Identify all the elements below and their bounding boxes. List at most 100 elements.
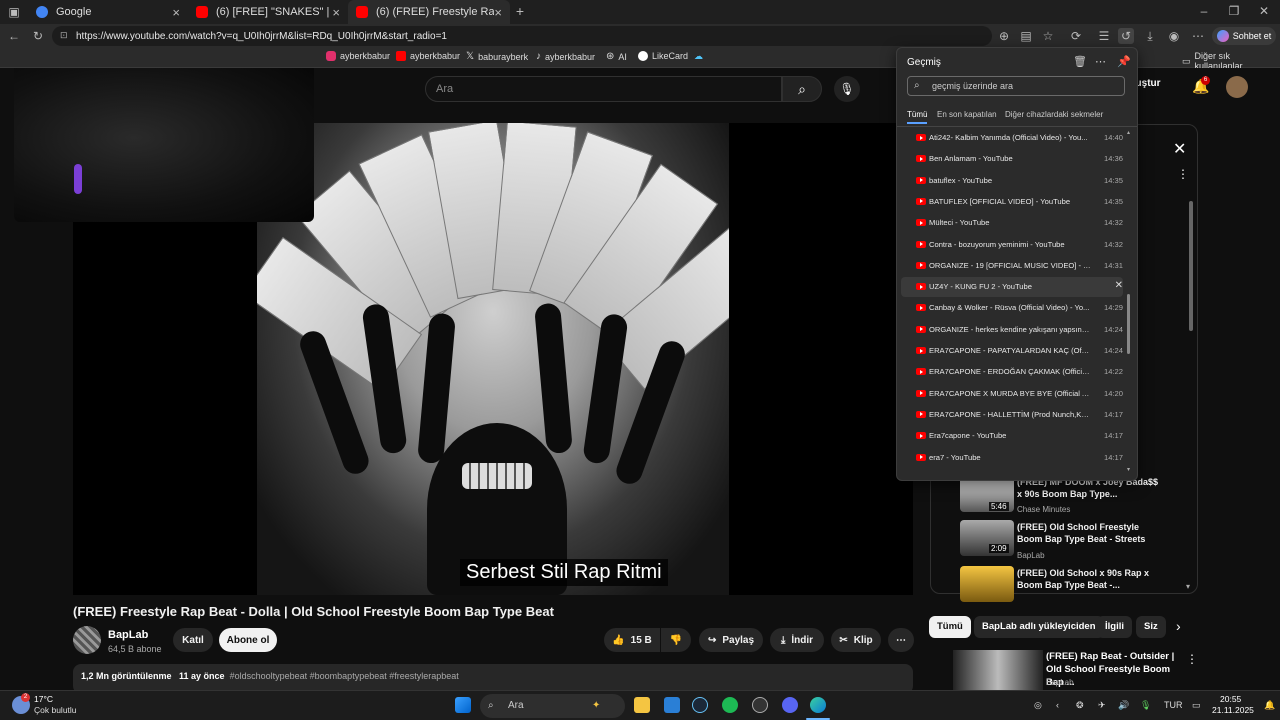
chip-uploader[interactable]: BapLab adlı yükleyiciden (974, 616, 1104, 638)
clip-button[interactable]: ✂ Klip (831, 628, 881, 652)
mic-icon[interactable]: 🎙 (834, 76, 860, 102)
new-tab-icon[interactable]: + (512, 3, 528, 19)
history-icon[interactable]: ↺ (1118, 28, 1134, 44)
language-indicator[interactable]: TUR (1164, 700, 1183, 710)
extensions-icon[interactable]: ⟳ (1068, 28, 1084, 44)
scroll-down-icon[interactable]: ▾ (1186, 582, 1190, 591)
hashtags[interactable]: #oldschooltypebeat #boombaptypebeat #fre… (230, 671, 459, 681)
tab-actions-icon[interactable]: ▣ (6, 4, 22, 20)
tab-snakes[interactable]: (6) [FREE] "SNAKES" | Hard Trap T × (188, 0, 348, 24)
related-video[interactable]: (FREE) Old School x 90s Rap x Boom Bap T… (945, 566, 1205, 610)
steam-icon[interactable] (692, 697, 708, 713)
channel-avatar[interactable] (73, 626, 101, 654)
tray-icon[interactable]: ◎ (1034, 700, 1042, 711)
store-icon[interactable] (664, 697, 680, 713)
history-search-input[interactable]: ⌕ geçmiş üzerinde ara (907, 76, 1125, 96)
edge-icon[interactable] (810, 697, 826, 713)
tab-google[interactable]: Google × (28, 0, 188, 24)
join-button[interactable]: Katıl (173, 628, 213, 652)
search-input[interactable]: Ara (425, 76, 782, 102)
display-icon[interactable]: ▭ (1192, 700, 1201, 711)
scroll-down-icon[interactable]: ▾ (1127, 466, 1130, 473)
more-vert-icon[interactable]: ⋮ (1177, 167, 1189, 181)
taskbar-search[interactable]: ⌕ Ara ✦ (480, 694, 625, 718)
download-icon[interactable]: ⤓ (1142, 28, 1158, 44)
discord-icon[interactable] (782, 697, 798, 713)
favorite-star-icon[interactable]: ☆ (1040, 28, 1056, 44)
related-video[interactable]: 2:09 (FREE) Old School Freestyle Boom Ba… (945, 520, 1205, 564)
chip-all[interactable]: Tümü (929, 616, 971, 638)
history-item[interactable]: era7 - YouTube 14:17 (901, 448, 1123, 468)
history-item[interactable]: ERA7CAPONE X MURDA BYE BYE (Official Aud… (901, 384, 1123, 404)
history-item[interactable]: ORGANIZE - herkes kendine yakışanı yapsı… (901, 320, 1123, 340)
bookmark-cloud[interactable]: ☁ (694, 51, 703, 62)
chip-you[interactable]: Siz (1136, 616, 1166, 638)
history-tab-other-devices[interactable]: Diğer cihazlardaki sekmeler (1005, 110, 1103, 119)
window-close-icon[interactable]: ✕ (1256, 3, 1272, 19)
maximize-icon[interactable]: ❐ (1226, 3, 1242, 19)
history-item[interactable]: Contra - bozuyorum yeminimi - YouTube 14:… (901, 235, 1123, 255)
history-item[interactable]: UZ4Y - KUNG FU 2 - YouTube ✕ (901, 277, 1123, 298)
history-item[interactable]: Era7capone - YouTube 14:17 (901, 426, 1123, 446)
history-item[interactable]: Ati242- Kalbim Yanımda (Official Video) … (901, 128, 1123, 148)
mic-icon[interactable]: 🎙 (1140, 700, 1151, 711)
history-item[interactable]: ERA7CAPONE - PAPATYALARDAN KAÇ (Offici..… (901, 341, 1123, 361)
translate-icon[interactable]: ⊕ (996, 28, 1012, 44)
spotify-icon[interactable] (722, 697, 738, 713)
close-icon[interactable]: × (494, 5, 502, 20)
tray-icon[interactable]: ❂ (1076, 700, 1084, 711)
history-item[interactable]: BATUFLEX [OFFICIAL VIDEO] - YouTube 14:35 (901, 192, 1123, 212)
bookmark-tiktok[interactable]: ♪ ayberkbabur (536, 51, 595, 62)
clock-date[interactable]: 21.11.2025 (1212, 705, 1254, 715)
history-item[interactable]: Ben Anlamam - YouTube 14:36 (901, 149, 1123, 169)
tray-chevron-icon[interactable]: ‹ (1056, 700, 1059, 710)
like-button[interactable]: 👍 15 B (604, 628, 660, 652)
more-actions-button[interactable]: ⋯ (888, 628, 914, 652)
history-item[interactable]: Mülteci - YouTube 14:32 (901, 213, 1123, 233)
bookmark-instagram[interactable]: ayberkbabur (326, 51, 390, 61)
bookmark-x[interactable]: 𝕏baburayberk (466, 51, 528, 62)
close-icon[interactable]: ✕ (1173, 139, 1186, 159)
close-icon[interactable]: × (172, 5, 180, 20)
start-icon[interactable] (455, 697, 471, 713)
reader-icon[interactable]: ▤ (1018, 28, 1034, 44)
bookmark-likecard[interactable]: LikeCard (638, 51, 688, 61)
history-tab-recent[interactable]: En son kapatılan (937, 110, 997, 119)
back-icon[interactable]: ← (6, 28, 22, 44)
scrollbar[interactable] (1189, 201, 1193, 331)
description-box[interactable]: 1,2 Mn görüntülenme 11 ay önce #oldschoo… (73, 664, 913, 690)
bookmark-youtube[interactable]: ayberkbabur (396, 51, 460, 61)
dislike-button[interactable]: 👎 (661, 628, 691, 652)
favorites-icon[interactable]: ☰ (1096, 28, 1112, 44)
trash-icon[interactable]: 🗑 (1073, 55, 1087, 68)
history-scrollbar[interactable] (1127, 294, 1130, 354)
related-video[interactable]: 5:46 (FREE) MF DOOM x Joey Bada$$ x 90s … (945, 476, 1205, 520)
download-button[interactable]: ⤓ İndir (770, 628, 824, 652)
history-item[interactable]: Canbay & Wolker - Rüsva (Official Video)… (901, 298, 1123, 318)
avatar[interactable] (1226, 76, 1248, 98)
remove-icon[interactable]: ✕ (1115, 280, 1123, 291)
clock-time[interactable]: 20:55 (1220, 694, 1241, 704)
more-icon[interactable]: ⋯ (1190, 28, 1206, 44)
more-icon[interactable]: ⋯ (1095, 55, 1106, 68)
tab-freestyle[interactable]: (6) (FREE) Freestyle Rap Beat - Do × (348, 0, 510, 24)
volume-icon[interactable]: 🔊 (1118, 700, 1129, 711)
subscribe-button[interactable]: Abone ol (219, 628, 277, 652)
weather-temp[interactable]: 17°C (34, 694, 53, 704)
share-button[interactable]: ↪ Paylaş (699, 628, 763, 652)
video-thumbnail[interactable] (953, 650, 1043, 690)
address-bar[interactable]: ⊡ https://www.youtube.com/watch?v=q_U0Ih… (52, 26, 992, 46)
search-icon[interactable]: ⌕ (782, 76, 822, 102)
minimize-icon[interactable]: – (1196, 3, 1212, 19)
channel-name[interactable]: BapLab (108, 629, 148, 641)
profile-icon[interactable]: ◉ (1166, 28, 1182, 44)
chevron-right-icon[interactable]: › (1176, 618, 1181, 634)
bookmark-ai[interactable]: ⊛ AI (606, 51, 627, 62)
file-explorer-icon[interactable] (634, 697, 650, 713)
tray-icon[interactable]: ✈ (1098, 700, 1106, 711)
notifications-icon[interactable]: 🔔 (1264, 700, 1275, 711)
app-icon[interactable] (752, 697, 768, 713)
close-icon[interactable]: × (332, 5, 340, 20)
chat-button[interactable]: Sohbet et (1212, 27, 1276, 45)
more-vert-icon[interactable]: ⋮ (1186, 652, 1198, 666)
